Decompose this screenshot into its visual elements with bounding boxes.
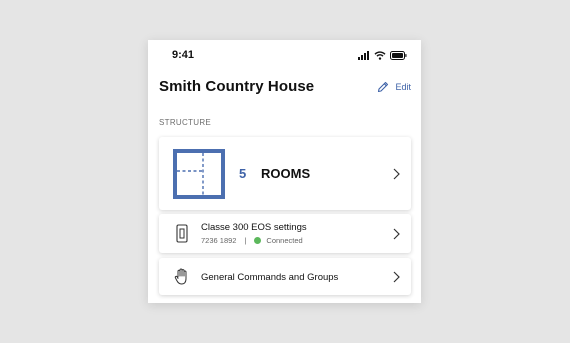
- rooms-count: 5: [239, 166, 247, 181]
- status-icons: [358, 49, 407, 61]
- wifi-icon: [374, 50, 386, 60]
- eos-settings-title: Classe 300 EOS settings: [201, 222, 307, 233]
- floorplan-icon: [173, 149, 225, 199]
- signal-icon: [358, 50, 369, 60]
- chevron-right-icon: [393, 228, 400, 239]
- rooms-card[interactable]: 5 ROOMS: [159, 137, 411, 210]
- hand-icon: [174, 268, 187, 285]
- status-time: 9:41: [172, 49, 195, 61]
- switch-panel-icon: [176, 224, 188, 243]
- general-commands-title: General Commands and Groups: [201, 272, 339, 283]
- pencil-icon: [378, 81, 389, 93]
- rooms-label: ROOMS: [261, 166, 311, 181]
- phone-screen: 9:41 Smith Country House Edit STRUCTURE: [148, 40, 421, 303]
- edit-button[interactable]: Edit: [377, 81, 411, 93]
- page-title: Smith Country House: [159, 78, 315, 95]
- device-id: 7236 1892: [201, 236, 237, 245]
- chevron-right-icon: [393, 271, 400, 282]
- separator: |: [244, 236, 247, 245]
- connected-status-dot: [254, 237, 262, 244]
- general-commands-card[interactable]: General Commands and Groups: [159, 258, 411, 295]
- battery-icon: [390, 50, 407, 60]
- connection-status: Connected: [266, 236, 303, 245]
- eos-settings-subtitle: 7236 1892 | Connected: [201, 236, 303, 245]
- eos-settings-card[interactable]: Classe 300 EOS settings 7236 1892 | Conn…: [159, 214, 411, 253]
- chevron-right-icon: [393, 168, 400, 179]
- edit-label: Edit: [395, 82, 411, 92]
- section-label-structure: STRUCTURE: [159, 118, 212, 127]
